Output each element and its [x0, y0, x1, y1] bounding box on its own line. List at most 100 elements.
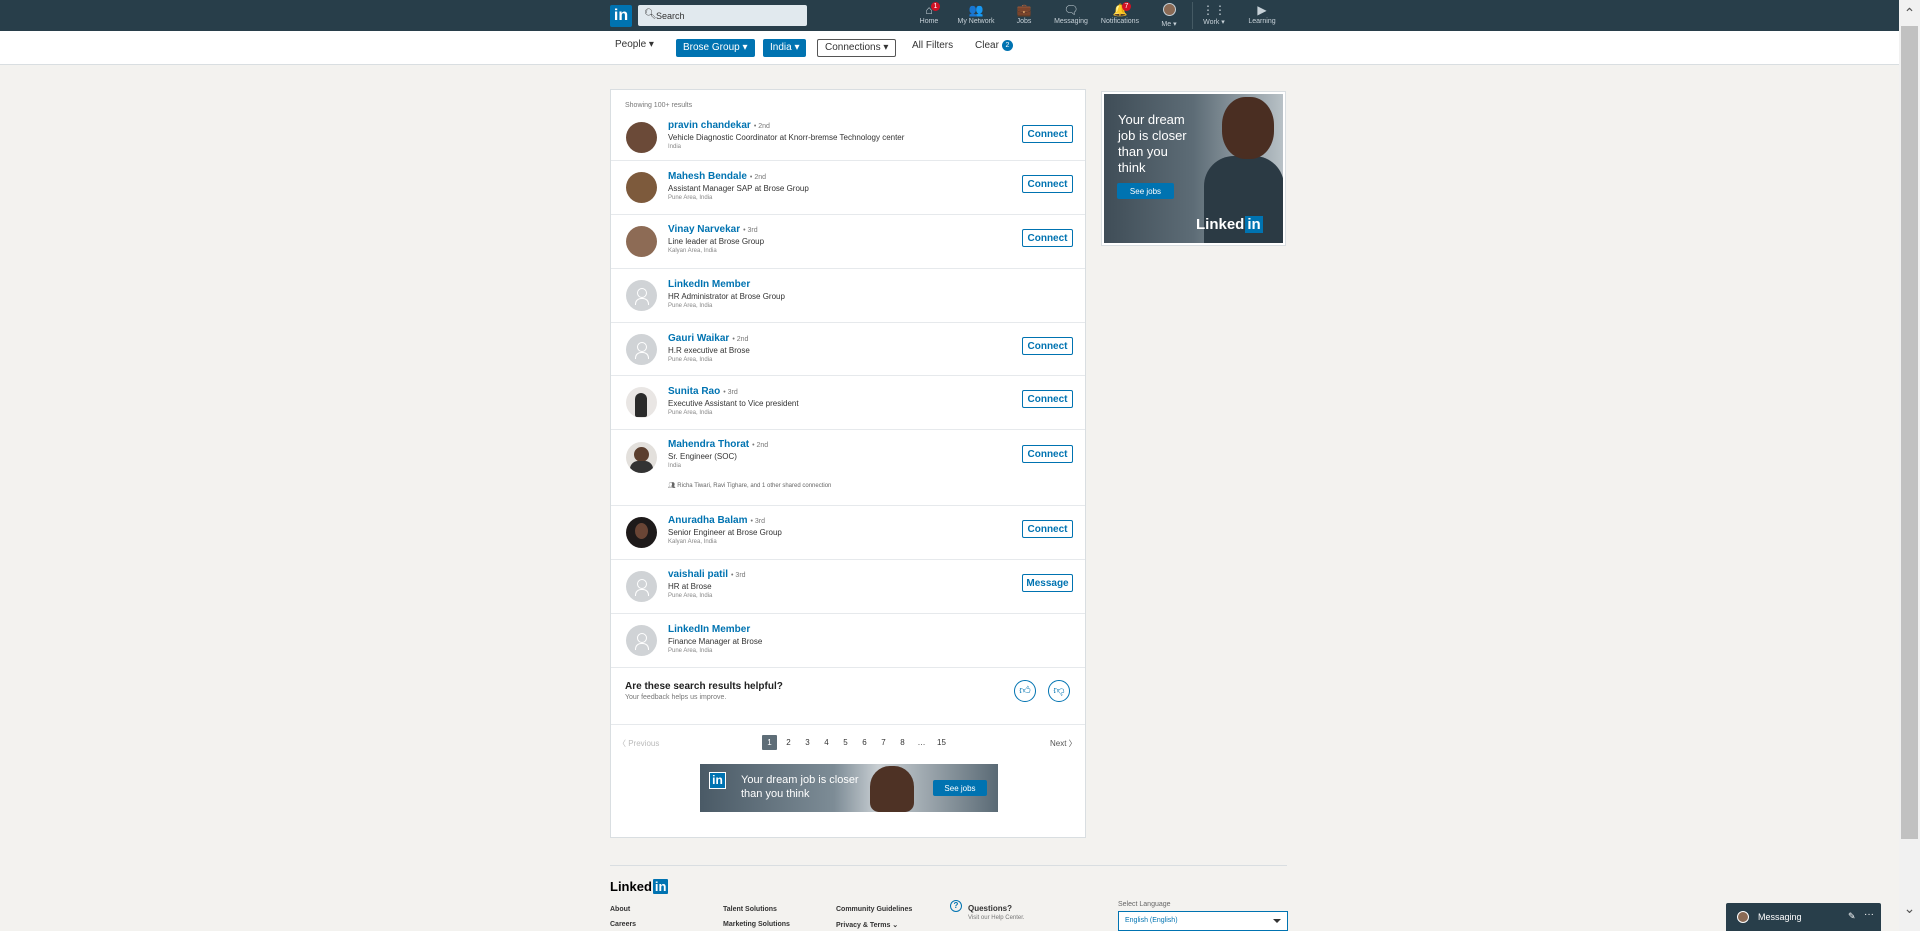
connect-button[interactable]: Connect — [1022, 125, 1073, 143]
result-headline: Assistant Manager SAP at Brose Group — [668, 184, 809, 193]
result-name[interactable]: Anuradha Balam • 3rd — [668, 515, 765, 526]
profile-photo[interactable] — [626, 122, 657, 153]
linkedin-logo[interactable]: in — [610, 5, 632, 27]
nav-me[interactable]: Me ▾ — [1158, 3, 1180, 29]
profile-photo[interactable] — [626, 517, 657, 548]
clear-filters-button[interactable]: Clear 2 — [975, 40, 1013, 51]
scroll-up-icon[interactable]: ⌃ — [1902, 5, 1917, 21]
nav-learning[interactable]: ▶ Learning — [1247, 3, 1277, 29]
page-number[interactable]: 8 — [895, 735, 910, 750]
result-headline: H.R executive at Brose — [668, 346, 750, 355]
language-select[interactable]: English (English) — [1118, 911, 1288, 931]
page-number[interactable]: 4 — [819, 735, 834, 750]
nav-messaging[interactable]: 🗨 Messaging — [1054, 3, 1088, 29]
page-number[interactable]: 2 — [781, 735, 796, 750]
connect-button[interactable]: Connect — [1022, 175, 1073, 193]
all-filters-button[interactable]: All Filters — [912, 40, 953, 51]
connect-button[interactable]: Connect — [1022, 445, 1073, 463]
shared-connections-icon: 👥︎ — [668, 483, 678, 489]
page-number[interactable]: 5 — [838, 735, 853, 750]
footer-link-about[interactable]: About — [610, 906, 630, 913]
scroll-down-icon[interactable]: ⌄ — [1902, 900, 1917, 916]
people-filter[interactable]: People ▾ — [615, 39, 654, 50]
scrollbar-thumb[interactable] — [1901, 26, 1918, 839]
connect-button[interactable]: Connect — [1022, 337, 1073, 355]
see-jobs-button[interactable]: See jobs — [1117, 183, 1174, 199]
bottom-job-ad[interactable]: in Your dream job is closer than you thi… — [700, 764, 998, 812]
clear-label: Clear — [975, 40, 999, 51]
result-name[interactable]: LinkedIn Member — [668, 624, 750, 635]
shared-connections[interactable]: 👥︎ Richa Tiwari, Ravi Tighare, and 1 oth… — [668, 482, 831, 489]
nav-home[interactable]: ⌂ 1 Home — [918, 2, 940, 29]
page-number[interactable]: 7 — [876, 735, 891, 750]
feedback-question: Are these search results helpful? — [625, 681, 783, 692]
connect-button[interactable]: Connect — [1022, 390, 1073, 408]
messaging-dock[interactable]: Messaging ✎ ··· — [1726, 903, 1881, 931]
nav-work-label: Work ▾ — [1203, 19, 1225, 26]
profile-placeholder-icon[interactable] — [626, 280, 657, 311]
page-number[interactable]: 3 — [800, 735, 815, 750]
nav-learning-label: Learning — [1248, 18, 1276, 25]
footer-link-privacy-terms[interactable]: Privacy & Terms ⌄ — [836, 921, 898, 929]
footer-link-community-guidelines[interactable]: Community Guidelines — [836, 906, 912, 913]
result-row: Anuradha Balam • 3rd Senior Engineer at B… — [611, 506, 1085, 560]
result-location: Pune Area, India — [668, 195, 713, 201]
footer-link-marketing-solutions[interactable]: Marketing Solutions — [723, 921, 790, 928]
footer-questions[interactable]: Questions? — [968, 904, 1012, 913]
result-name[interactable]: pravin chandekar • 2nd — [668, 120, 770, 131]
location-filter[interactable]: India ▾ — [763, 39, 807, 57]
result-name[interactable]: Mahesh Bendale • 2nd — [668, 171, 766, 182]
search-box[interactable]: 🔍︎ — [638, 5, 807, 26]
nav-work[interactable]: ⋮⋮ Work ▾ — [1200, 3, 1228, 29]
footer-link-talent-solutions[interactable]: Talent Solutions — [723, 906, 777, 913]
profile-photo[interactable] — [626, 442, 657, 473]
footer-help-center[interactable]: Visit our Help Center. — [968, 915, 1025, 921]
connection-degree: • 2nd — [732, 336, 749, 343]
connect-button[interactable]: Connect — [1022, 229, 1073, 247]
connections-filter[interactable]: Connections ▾ — [817, 39, 897, 57]
nav-notifications[interactable]: 🔔 7 Notifications — [1099, 2, 1141, 29]
nav-my-network-label: My Network — [957, 18, 995, 25]
result-location: Pune Area, India — [668, 648, 713, 654]
profile-placeholder-icon[interactable] — [626, 625, 657, 656]
side-job-ad[interactable]: Your dream job is closer than you think … — [1101, 91, 1286, 246]
more-options-icon[interactable]: ··· — [1864, 909, 1874, 920]
see-jobs-button[interactable]: See jobs — [933, 780, 987, 796]
thumbs-down-icon[interactable]: 👎︎ — [1048, 680, 1070, 702]
thumbs-up-icon[interactable]: 👍︎ — [1014, 680, 1036, 702]
result-name[interactable]: LinkedIn Member — [668, 279, 750, 290]
page-number[interactable]: 6 — [857, 735, 872, 750]
previous-page-button[interactable]: 〈 Previous — [618, 738, 659, 749]
company-filter[interactable]: Brose Group ▾ — [676, 39, 755, 57]
nav-jobs[interactable]: 💼 Jobs — [1015, 3, 1033, 29]
result-name[interactable]: Mahendra Thorat • 2nd — [668, 439, 768, 450]
connection-degree: • 3rd — [723, 389, 738, 396]
profile-photo[interactable] — [626, 387, 657, 418]
profile-photo[interactable] — [626, 172, 657, 203]
result-name[interactable]: Sunita Rao • 3rd — [668, 386, 738, 397]
pagination: 〈 Previous 1 2 3 4 5 6 7 8 … 15 Next 〉 — [611, 735, 1085, 751]
result-name[interactable]: Gauri Waikar • 2nd — [668, 333, 748, 344]
profile-placeholder-icon[interactable] — [626, 571, 657, 602]
connect-button[interactable]: Connect — [1022, 520, 1073, 538]
compose-icon[interactable]: ✎ — [1848, 911, 1856, 922]
result-headline: Executive Assistant to Vice president — [668, 399, 799, 408]
result-headline: Sr. Engineer (SOC) — [668, 452, 737, 461]
result-name[interactable]: Vinay Narvekar • 3rd — [668, 224, 758, 235]
profile-placeholder-icon[interactable] — [626, 334, 657, 365]
footer-link-careers[interactable]: Careers — [610, 921, 636, 928]
notifications-badge: 7 — [1122, 2, 1131, 11]
footer-logo[interactable]: Linked in — [610, 879, 669, 894]
result-headline: HR Administrator at Brose Group — [668, 292, 785, 301]
result-location: Pune Area, India — [668, 410, 713, 416]
page-number[interactable]: 1 — [762, 735, 777, 750]
nav-my-network[interactable]: 👥 My Network — [956, 3, 996, 29]
page-number[interactable]: 15 — [934, 735, 949, 750]
result-headline: Line leader at Brose Group — [668, 237, 765, 246]
profile-photo[interactable] — [626, 226, 657, 257]
result-name[interactable]: vaishali patil • 3rd — [668, 569, 746, 580]
search-input[interactable] — [656, 7, 801, 24]
message-button[interactable]: Message — [1022, 574, 1073, 592]
page-scrollbar[interactable]: ⌃ ⌄ — [1899, 0, 1920, 931]
next-page-button[interactable]: Next 〉 — [1050, 738, 1077, 749]
